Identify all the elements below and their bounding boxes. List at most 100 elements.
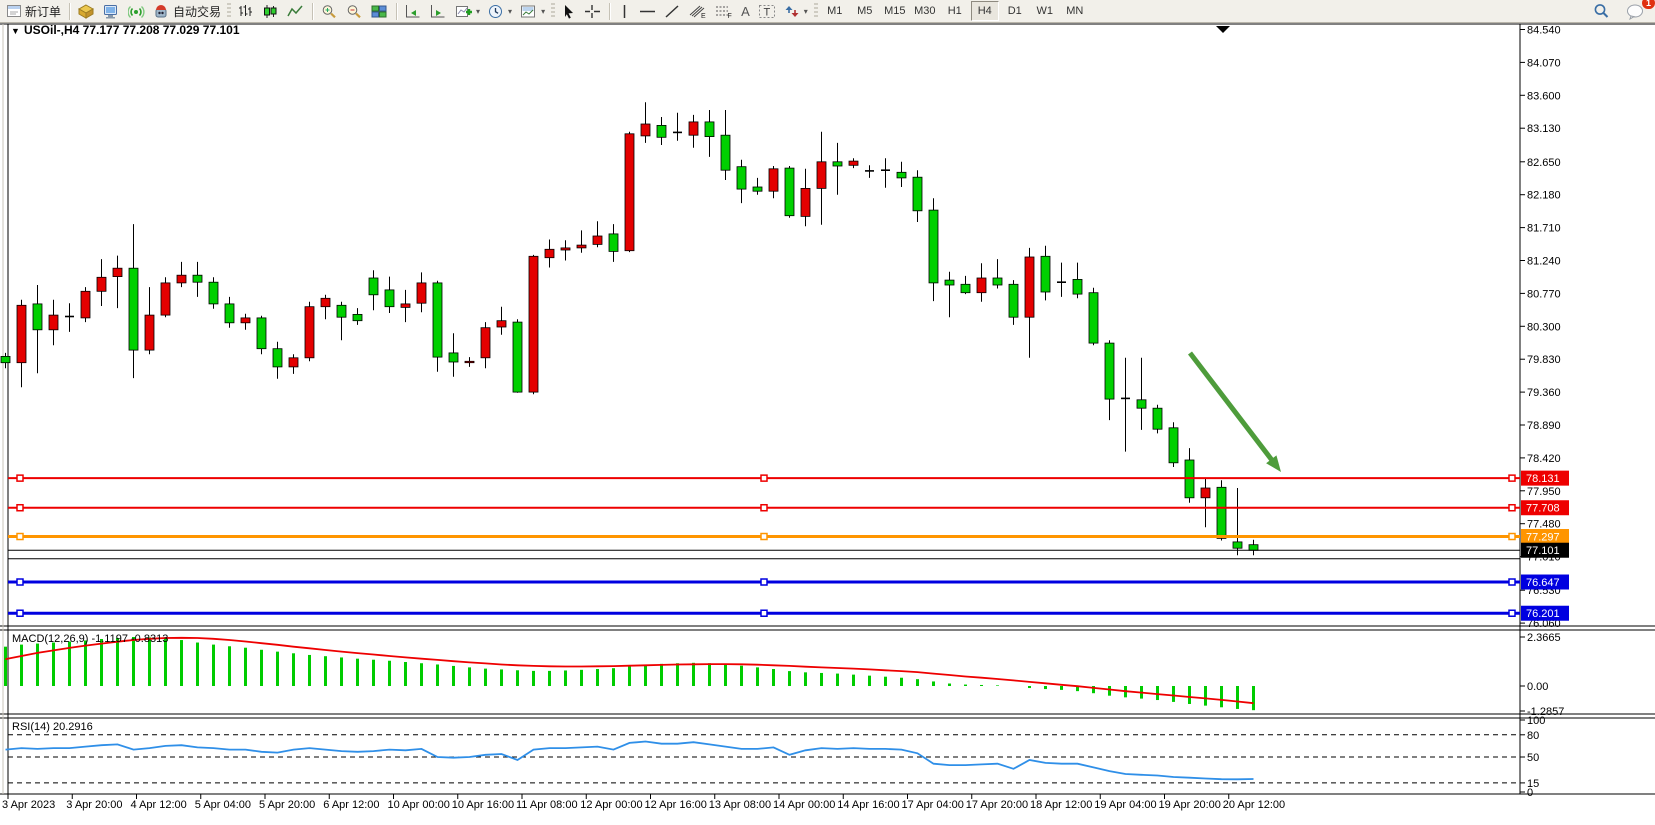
candle-body [833,162,842,166]
time-tick-label[interactable]: 14 Apr 16:00 [837,799,899,811]
candle-body [385,290,394,307]
time-tick-label[interactable]: 4 Apr 12:00 [131,799,187,811]
candle-body [977,278,986,293]
candle-body [625,134,634,251]
time-tick-label[interactable]: 17 Apr 20:00 [966,799,1028,811]
price-line-badge-label: 77.297 [1526,532,1560,544]
time-tick-label[interactable]: 11 Apr 08:00 [516,799,578,811]
line-handle[interactable] [1509,610,1515,616]
candle-body [257,318,266,349]
time-tick-label[interactable]: 13 Apr 08:00 [709,799,771,811]
candle-body [641,124,650,136]
candle-body [657,125,666,137]
price-line-badge-label: 76.647 [1526,577,1560,589]
candle-body [929,210,938,283]
line-handle[interactable] [1509,579,1515,585]
macd-label: MACD(12,26,9) -1.1197 -0.8313 [12,633,168,645]
candle-body [993,278,1002,285]
time-tick-label[interactable]: 6 Apr 12:00 [323,799,379,811]
line-handle[interactable] [1509,475,1515,481]
price-line-badge-label: 76.201 [1526,608,1560,620]
time-tick-label[interactable]: 3 Apr 2023 [2,799,55,811]
line-handle[interactable] [17,579,23,585]
time-tick-label[interactable]: 19 Apr 20:00 [1159,799,1221,811]
time-tick-label[interactable]: 12 Apr 00:00 [580,799,642,811]
price-tick-label: 78.420 [1527,453,1561,465]
chart-frame [0,24,1655,801]
candle-body [401,304,410,308]
candle-body [369,278,378,295]
line-handle[interactable] [761,579,767,585]
price-tick-label: 80.300 [1527,321,1561,333]
candle-body [337,305,346,317]
price-tick-label: 77.480 [1527,519,1561,531]
line-handle[interactable] [1509,534,1515,540]
candle-body [17,305,26,362]
candle-body [561,248,570,250]
price-tick-label: 83.600 [1527,90,1561,102]
price-line-badge-label: 77.101 [1526,545,1560,557]
candle-body [1233,542,1242,548]
candle-body [593,236,602,244]
price-tick-label: 82.180 [1527,190,1561,202]
candle-body [545,249,554,257]
title-caret-icon[interactable]: ▼ [11,26,20,36]
candle-body [113,268,122,276]
chart-background [0,24,1655,801]
line-handle[interactable] [761,610,767,616]
candle-body [273,349,282,367]
chart-title: USOil-,H4 77.177 77.208 77.029 77.101 [24,23,240,37]
candle-body [721,135,730,170]
candle-body [609,234,618,252]
time-tick-label[interactable]: 10 Apr 00:00 [388,799,450,811]
line-handle[interactable] [17,505,23,511]
candle-body [209,282,218,304]
time-tick-label[interactable]: 19 Apr 04:00 [1094,799,1156,811]
time-tick-label[interactable]: 5 Apr 04:00 [195,799,251,811]
chart-canvas[interactable]: 84.54084.07083.60083.13082.65082.18081.7… [0,0,1655,825]
candle-body [305,307,314,358]
time-tick-label[interactable]: 5 Apr 20:00 [259,799,315,811]
candle-body [1217,487,1226,538]
rsi-label: RSI(14) 20.2916 [12,721,93,733]
price-tick-label: 79.830 [1527,354,1561,366]
line-handle[interactable] [761,475,767,481]
time-tick-label[interactable]: 14 Apr 00:00 [773,799,835,811]
candle-body [529,256,538,392]
line-handle[interactable] [17,475,23,481]
price-line-badge-label: 78.131 [1526,473,1560,485]
candle-body [1009,284,1018,317]
line-handle[interactable] [761,534,767,540]
line-handle[interactable] [1509,505,1515,511]
candle-body [737,167,746,189]
candle-body [225,304,234,323]
candle-body [97,277,106,291]
candle-body [289,358,298,367]
candle-body [913,177,922,211]
time-tick-label[interactable]: 18 Apr 12:00 [1030,799,1092,811]
rsi-tick-label: 80 [1527,730,1539,742]
time-tick-label[interactable]: 3 Apr 20:00 [66,799,122,811]
price-tick-label: 81.710 [1527,223,1561,235]
time-tick-label[interactable]: 17 Apr 04:00 [902,799,964,811]
candle-body [161,283,170,315]
line-handle[interactable] [761,505,767,511]
price-tick-label: 84.070 [1527,57,1561,69]
mt4-window: 新订单 自动交易 [0,0,1655,825]
rsi-tick-label: 0 [1527,787,1533,799]
candle-body [1105,343,1114,399]
candle-body [145,315,154,350]
candle-body [129,268,138,350]
line-handle[interactable] [17,534,23,540]
candle-body [1249,545,1258,551]
price-tick-label: 84.540 [1527,25,1561,37]
time-tick-label[interactable]: 20 Apr 12:00 [1223,799,1285,811]
time-tick-label[interactable]: 10 Apr 16:00 [452,799,514,811]
price-tick-label: 81.240 [1527,256,1561,268]
line-handle[interactable] [17,610,23,616]
candle-body [177,275,186,283]
candle-body [1073,279,1082,294]
time-tick-label[interactable]: 12 Apr 16:00 [645,799,707,811]
candle-body [241,318,250,323]
price-tick-label: 83.130 [1527,123,1561,135]
